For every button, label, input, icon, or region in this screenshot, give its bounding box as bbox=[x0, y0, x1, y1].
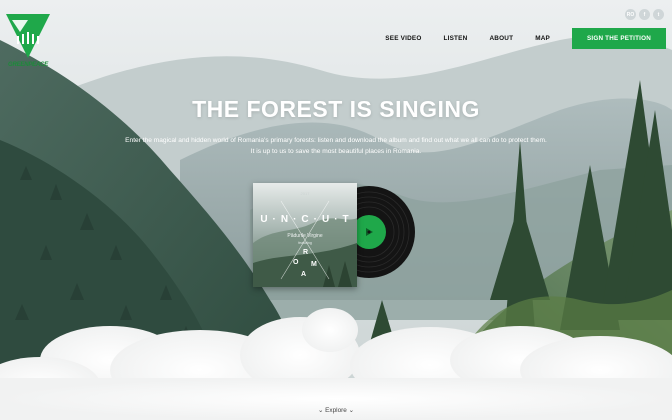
twitter-icon[interactable]: t bbox=[653, 9, 664, 20]
nav-map[interactable]: MAP bbox=[535, 35, 550, 42]
album-artist: Pădurile Virgine bbox=[287, 233, 323, 239]
album-letter-m: M bbox=[311, 261, 317, 268]
chevron-down-icon: ⌄ bbox=[348, 407, 354, 414]
album-year: 2017 bbox=[300, 191, 310, 196]
sign-petition-button[interactable]: SIGN THE PETITION bbox=[572, 28, 666, 49]
forest-singing-logo[interactable] bbox=[4, 6, 52, 68]
greenpeace-logo-text: GREENPEACE bbox=[8, 62, 49, 68]
album-cover[interactable]: 2017 U·N·C·U·T Pădurile Virgine featurin… bbox=[253, 183, 357, 287]
hero-subtitle-line1: Enter the magical and hidden world of Ro… bbox=[125, 137, 547, 144]
album-featuring: featuring bbox=[298, 241, 312, 245]
hero-subtitle: Enter the magical and hidden world of Ro… bbox=[0, 135, 672, 157]
main-nav: SEE VIDEO LISTEN ABOUT MAP SIGN THE PETI… bbox=[385, 28, 666, 49]
facebook-icon[interactable]: f bbox=[639, 9, 650, 20]
album-letter-o: O bbox=[293, 259, 299, 266]
chevron-down-icon: ⌄ bbox=[318, 407, 324, 414]
album-letter-a: A bbox=[301, 271, 307, 278]
language-social-links: RO f t bbox=[625, 9, 664, 20]
page-title: THE FOREST IS SINGING bbox=[192, 96, 480, 122]
hero-subtitle-line2: It is up to us to save the most beautifu… bbox=[250, 148, 422, 155]
language-ro-button[interactable]: RO bbox=[625, 9, 636, 20]
explore-label: Explore bbox=[325, 407, 347, 414]
album-title: U·N·C·U·T bbox=[260, 214, 354, 225]
nav-about[interactable]: ABOUT bbox=[489, 35, 513, 42]
nav-listen[interactable]: LISTEN bbox=[444, 35, 468, 42]
album-letter-r: R bbox=[303, 249, 309, 256]
nav-see-video[interactable]: SEE VIDEO bbox=[385, 35, 421, 42]
explore-link[interactable]: ⌄ Explore ⌄ bbox=[0, 406, 672, 414]
